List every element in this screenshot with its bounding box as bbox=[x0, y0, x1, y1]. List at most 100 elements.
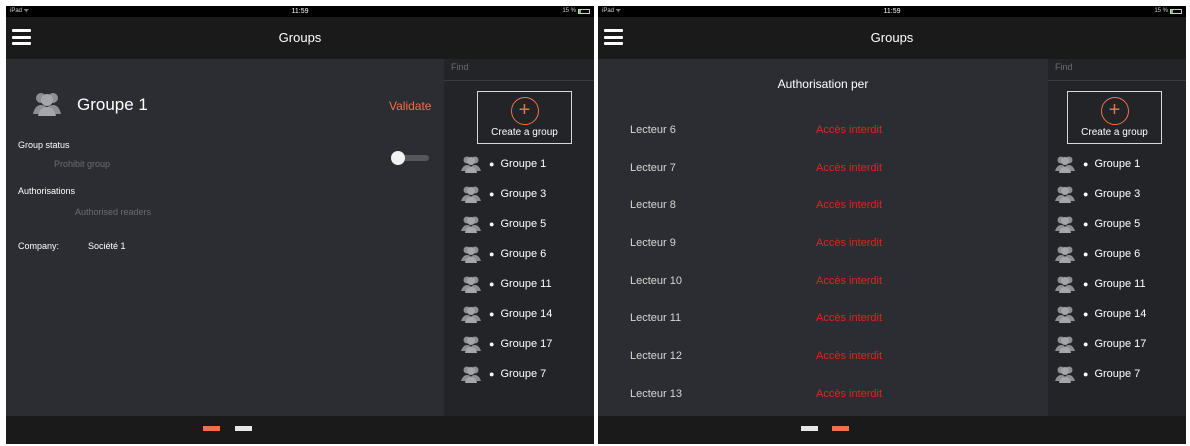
bullet: ● bbox=[489, 159, 495, 169]
group-list-item[interactable]: ● Groupe 11 bbox=[444, 269, 594, 299]
group-detail-panel: Groupe 1 Validate Group status Prohibit … bbox=[6, 59, 444, 416]
navigation-bar: Groups bbox=[6, 17, 594, 59]
page-indicator bbox=[6, 416, 594, 444]
authorisations-label: Authorisations bbox=[18, 186, 76, 196]
bullet: ● bbox=[489, 339, 495, 349]
create-group-label: Create a group bbox=[1081, 127, 1148, 138]
group-item-label: Groupe 1 bbox=[500, 158, 547, 170]
group-name: Groupe 1 bbox=[77, 95, 148, 114]
group-list-item[interactable]: ● Groupe 5 bbox=[444, 209, 594, 239]
group-list-item[interactable]: ● Groupe 17 bbox=[1048, 329, 1186, 359]
plus-circle-icon: + bbox=[1100, 97, 1129, 125]
status-bar: iPad ᯤ 11:59 15 % bbox=[598, 6, 1186, 17]
access-status[interactable]: Accès interdit bbox=[816, 162, 882, 174]
group-list-item[interactable]: ● Groupe 17 bbox=[444, 329, 594, 359]
reader-row: Lecteur 10 Accès interdit bbox=[598, 269, 1048, 307]
group-item-label: Groupe 3 bbox=[500, 188, 547, 200]
group-item-label: Groupe 7 bbox=[500, 368, 547, 380]
group-item-label: Groupe 11 bbox=[500, 278, 552, 290]
bullet: ● bbox=[1083, 369, 1089, 379]
group-list: ● Groupe 1 ● Groupe 3 ● Groupe 5 ● Groupe 6 ● Gro… bbox=[1048, 149, 1186, 389]
group-list-item[interactable]: ● Groupe 3 bbox=[1048, 179, 1186, 209]
group-list-item[interactable]: ● Groupe 7 bbox=[1048, 359, 1186, 389]
groups-sidebar: Find + Create a group ● Groupe 1 ● Groupe 3… bbox=[444, 59, 594, 416]
group-users-icon bbox=[1055, 276, 1075, 293]
screen-group-detail: iPad ᯤ 11:59 15 % Groups Groupe 1 Valida… bbox=[6, 6, 594, 444]
access-status[interactable]: Accès interdit bbox=[816, 388, 882, 400]
groups-sidebar: Find + Create a group ● Groupe 1 ● Groupe 3… bbox=[1048, 59, 1186, 416]
group-item-label: Groupe 17 bbox=[1094, 338, 1147, 350]
navigation-bar: Groups bbox=[598, 17, 1186, 59]
group-status-label: Group status bbox=[18, 140, 70, 150]
reader-name: Lecteur 6 bbox=[630, 124, 676, 136]
page-dot-1[interactable] bbox=[203, 426, 220, 431]
create-group-button[interactable]: + Create a group bbox=[477, 91, 572, 144]
validate-button[interactable]: Validate bbox=[389, 99, 431, 113]
access-status[interactable]: Accès interdit bbox=[816, 350, 882, 362]
bullet: ● bbox=[489, 189, 495, 199]
bullet: ● bbox=[1083, 309, 1089, 319]
battery-level bbox=[1171, 10, 1173, 13]
page-dot-1[interactable] bbox=[801, 426, 818, 431]
access-status[interactable]: Accès interdit bbox=[816, 237, 882, 249]
group-list-item[interactable]: ● Groupe 5 bbox=[1048, 209, 1186, 239]
group-list-item[interactable]: ● Groupe 1 bbox=[444, 149, 594, 179]
status-time: 11:59 bbox=[291, 8, 309, 15]
group-item-label: Groupe 3 bbox=[1094, 188, 1141, 200]
group-users-icon bbox=[461, 276, 481, 293]
group-item-label: Groupe 14 bbox=[1094, 308, 1147, 320]
group-users-icon bbox=[1055, 306, 1075, 323]
group-item-label: Groupe 6 bbox=[500, 248, 547, 260]
group-list-item[interactable]: ● Groupe 6 bbox=[444, 239, 594, 269]
battery-percent: 15 % bbox=[562, 8, 576, 14]
group-users-icon bbox=[461, 306, 481, 323]
search-input[interactable]: Find bbox=[444, 59, 594, 81]
group-users-icon bbox=[1055, 186, 1075, 203]
bullet: ● bbox=[489, 369, 495, 379]
authorised-readers-link[interactable]: Authorised readers bbox=[75, 207, 151, 217]
group-list-item[interactable]: ● Groupe 6 bbox=[1048, 239, 1186, 269]
bullet: ● bbox=[1083, 339, 1089, 349]
access-status[interactable]: Accès interdit bbox=[816, 312, 882, 324]
access-status[interactable]: Accès interdit bbox=[816, 124, 882, 136]
access-status[interactable]: Accès interdit bbox=[816, 199, 882, 211]
bullet: ● bbox=[1083, 279, 1089, 289]
group-item-label: Groupe 5 bbox=[500, 218, 547, 230]
battery-percent: 15 % bbox=[1154, 8, 1168, 14]
reader-row: Lecteur 12 Accès interdit bbox=[598, 344, 1048, 382]
reader-name: Lecteur 7 bbox=[630, 161, 676, 174]
bullet: ● bbox=[489, 219, 495, 229]
plus-circle-icon: + bbox=[510, 97, 539, 125]
bullet: ● bbox=[1083, 189, 1089, 199]
access-status[interactable]: Accès interdit bbox=[816, 275, 882, 287]
group-item-label: Groupe 17 bbox=[500, 338, 553, 350]
reader-row: Lecteur 13 Accès interdit bbox=[598, 382, 1048, 420]
group-users-icon bbox=[461, 336, 481, 353]
page-dot-2[interactable] bbox=[832, 426, 849, 431]
group-users-icon bbox=[1055, 366, 1075, 383]
battery-indicator: 15 % bbox=[562, 6, 590, 17]
group-list: ● Groupe 1 ● Groupe 3 ● Groupe 5 ● Groupe 6 ● Gro… bbox=[444, 149, 594, 389]
bullet: ● bbox=[1083, 219, 1089, 229]
group-list-item[interactable]: ● Groupe 11 bbox=[1048, 269, 1186, 299]
group-list-item[interactable]: ● Groupe 7 bbox=[444, 359, 594, 389]
bullet: ● bbox=[489, 279, 495, 289]
group-item-label: Groupe 1 bbox=[1094, 158, 1141, 170]
group-users-icon bbox=[461, 366, 481, 383]
battery-icon bbox=[1170, 9, 1182, 14]
create-group-button[interactable]: + Create a group bbox=[1067, 91, 1162, 144]
group-users-icon bbox=[461, 156, 481, 173]
company-value[interactable]: Société 1 bbox=[88, 241, 126, 251]
group-users-icon bbox=[33, 93, 61, 116]
prohibit-group-toggle[interactable] bbox=[391, 151, 429, 165]
group-item-label: Groupe 6 bbox=[1094, 248, 1141, 260]
bullet: ● bbox=[1083, 159, 1089, 169]
group-list-item[interactable]: ● Groupe 14 bbox=[1048, 299, 1186, 329]
page-dot-2[interactable] bbox=[235, 426, 252, 431]
search-input[interactable]: Find bbox=[1048, 59, 1186, 81]
group-list-item[interactable]: ● Groupe 3 bbox=[444, 179, 594, 209]
group-list-item[interactable]: ● Groupe 1 bbox=[1048, 149, 1186, 179]
group-list-item[interactable]: ● Groupe 14 bbox=[444, 299, 594, 329]
bullet: ● bbox=[489, 309, 495, 319]
bullet: ● bbox=[489, 249, 495, 259]
